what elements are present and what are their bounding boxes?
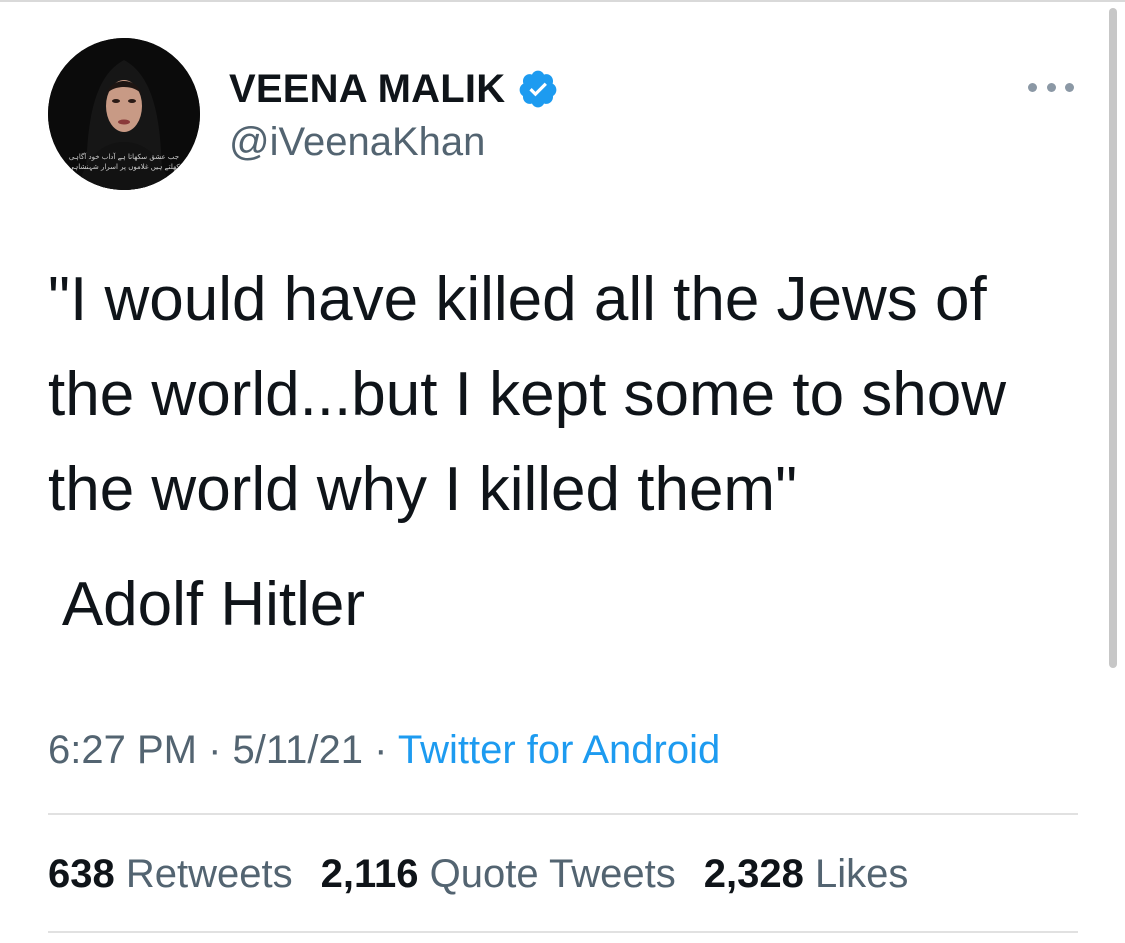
retweets-count: 638 [48, 852, 115, 896]
likes-label: Likes [814, 852, 909, 896]
scrollbar-thumb[interactable] [1109, 8, 1117, 668]
more-dot [1065, 82, 1074, 92]
tweet-source-link[interactable]: Twitter for Android [398, 728, 720, 772]
more-dot [1046, 82, 1056, 92]
tweet-attribution-text: Adolf Hitler [61, 570, 366, 639]
more-dot [1028, 82, 1037, 92]
avatar[interactable]: جب عشق سکھاتا ہے آداب خود آگاہی کھلتے ہی… [48, 38, 200, 190]
quote-tweets-label: Quote Tweets [429, 852, 676, 896]
scrollbar[interactable] [1109, 8, 1117, 668]
likes-stat[interactable]: 2,328 Likes [704, 846, 909, 902]
likes-count: 2,328 [703, 852, 804, 896]
display-name[interactable]: VEENA MALIK [229, 67, 505, 112]
divider [48, 931, 1078, 933]
author-name-row[interactable]: VEENA MALIK [229, 64, 559, 114]
tweet-date[interactable]: 5/11/21 [233, 728, 364, 772]
divider [48, 813, 1078, 815]
engagement-stats: 638 Retweets 2,116 Quote Tweets 2,328 Li… [48, 846, 908, 902]
avatar-caption-line-2: کھلتے ہیں غلاموں پر اسرار شہنشاہی [68, 163, 180, 171]
tweet-attribution: Adolf Hitler [48, 565, 365, 645]
author-handle[interactable]: @iVeenaKhan [229, 120, 485, 165]
meta-separator: · [196, 728, 233, 772]
meta-separator: · [363, 728, 398, 772]
quote-tweets-count: 2,116 [320, 852, 419, 896]
top-border [0, 0, 1125, 2]
verified-badge-icon [517, 68, 559, 110]
tweet-text: "I would have killed all the Jews of the… [48, 265, 1024, 524]
avatar-caption-line-1: جب عشق سکھاتا ہے آداب خود آگاہی [69, 152, 179, 161]
quote-tweets-stat[interactable]: 2,116 Quote Tweets [321, 846, 676, 902]
retweets-stat[interactable]: 638 Retweets [48, 846, 293, 902]
avatar-image: جب عشق سکھاتا ہے آداب خود آگاہی کھلتے ہی… [48, 38, 200, 190]
more-options-icon[interactable] [1028, 78, 1074, 96]
retweets-label: Retweets [125, 852, 293, 896]
tweet-meta: 6:27 PM · 5/11/21 · Twitter for Android [48, 722, 720, 778]
tweet-time[interactable]: 6:27 PM [48, 728, 197, 772]
